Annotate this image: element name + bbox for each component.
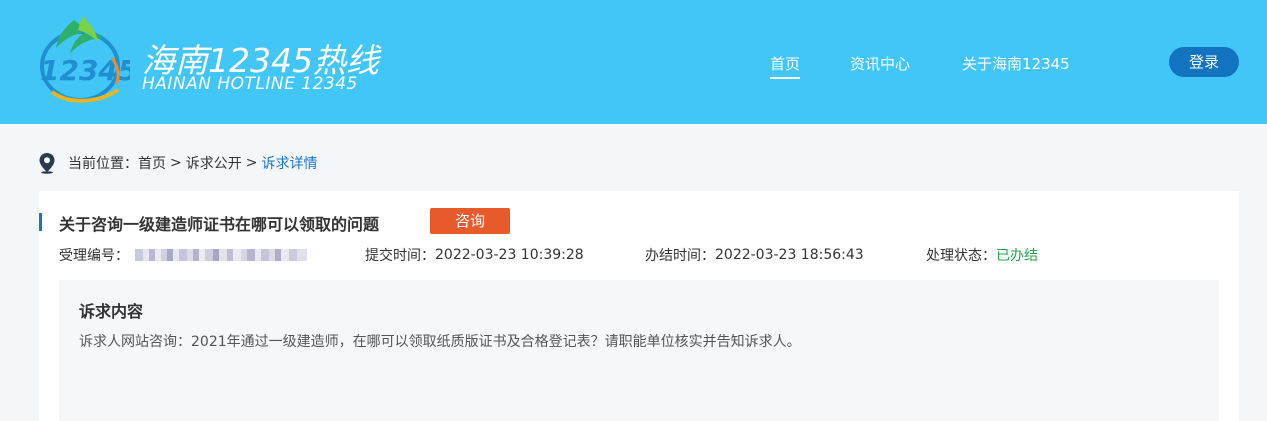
status-label: 处理状态： xyxy=(926,248,996,264)
status: 处理状态： 已办结 xyxy=(926,245,1038,265)
breadcrumb-home[interactable]: 首页 xyxy=(138,153,166,173)
finish-time-label: 办结时间： xyxy=(645,248,715,264)
breadcrumb-current: 诉求详情 xyxy=(261,156,318,172)
submit-time: 提交时间： 2022-03-23 10:39:28 xyxy=(365,245,584,265)
breadcrumb-separator: > xyxy=(245,155,258,171)
location-pin-icon xyxy=(39,153,55,174)
login-button[interactable]: 登录 xyxy=(1169,47,1239,77)
site-header: 12345 海南12345热线 HAINAN HOTLINE 12345 首页 … xyxy=(0,0,1267,124)
breadcrumb-public-requests[interactable]: 诉求公开 xyxy=(186,153,242,173)
site-logo-subtitle: HAINAN HOTLINE 12345 xyxy=(142,74,358,94)
submit-time-value: 2022-03-23 10:39:28 xyxy=(435,247,584,263)
nav-home[interactable]: 首页 xyxy=(770,53,801,79)
case-number-label: 受理编号： xyxy=(59,248,129,264)
request-title: 关于咨询一级建造师证书在哪可以领取的问题 xyxy=(59,215,380,234)
request-detail-card: 关于咨询一级建造师证书在哪可以领取的问题 咨询 受理编号： 提交时间： 2022… xyxy=(39,191,1239,421)
case-number: 受理编号： xyxy=(59,245,307,265)
content-body: 诉求人网站咨询：2021年通过一级建造师，在哪可以领取纸质版证书及合格登记表？请… xyxy=(79,334,801,350)
content-heading: 诉求内容 xyxy=(79,302,144,321)
finish-time: 办结时间： 2022-03-23 18:56:43 xyxy=(645,245,864,265)
nav-news[interactable]: 资讯中心 xyxy=(850,53,910,74)
submit-time-label: 提交时间： xyxy=(365,248,435,264)
status-badge: 已办结 xyxy=(996,248,1038,264)
title-accent-bar xyxy=(39,213,42,231)
breadcrumb-prefix: 当前位置： xyxy=(68,156,138,172)
hotline-logo-icon[interactable]: 12345 xyxy=(34,14,130,108)
breadcrumb-separator: > xyxy=(170,155,182,171)
request-type-badge: 咨询 xyxy=(430,208,510,234)
request-content-panel: 诉求内容 诉求人网站咨询：2021年通过一级建造师，在哪可以领取纸质版证书及合格… xyxy=(59,280,1219,421)
breadcrumb: 当前位置： 首页 > 诉求公开 > 诉求详情 xyxy=(38,152,317,174)
finish-time-value: 2022-03-23 18:56:43 xyxy=(715,247,864,263)
nav-about[interactable]: 关于海南12345 xyxy=(962,53,1070,74)
case-number-redacted xyxy=(135,249,307,261)
